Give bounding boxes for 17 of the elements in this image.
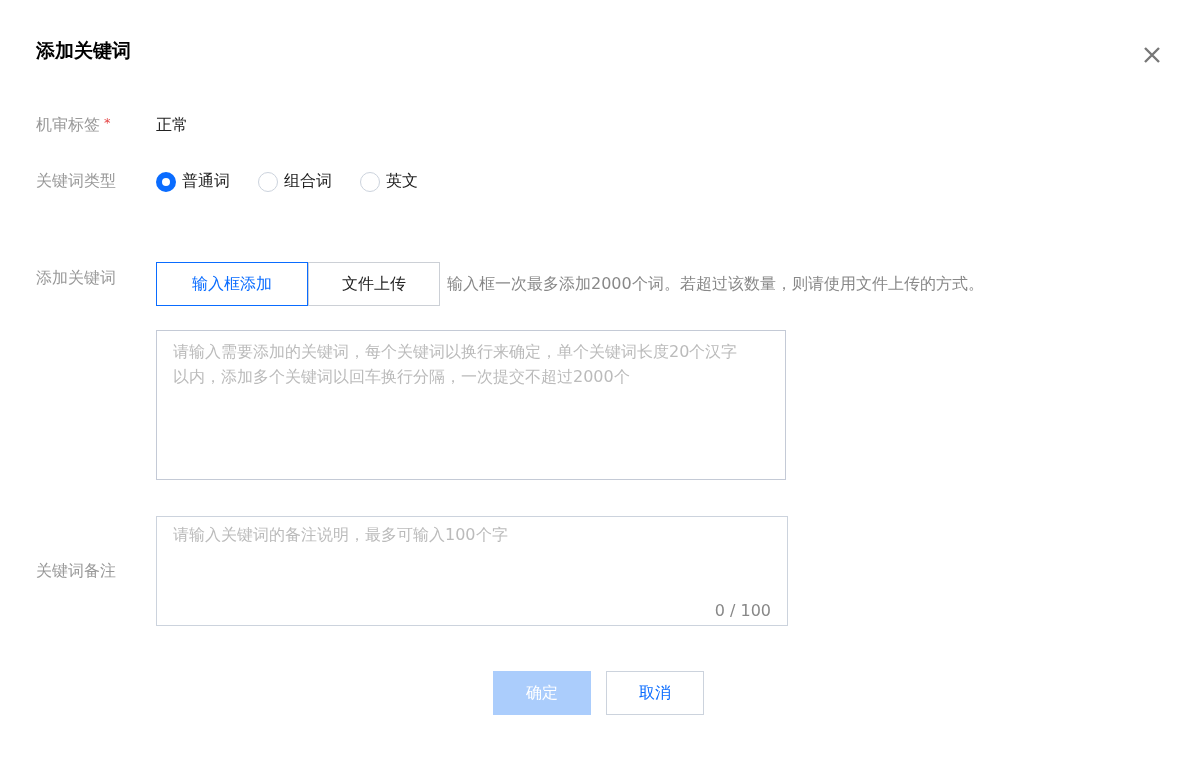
field-label: 机审标签 xyxy=(36,115,100,136)
field-value: 正常 xyxy=(156,115,188,136)
dialog-title: 添加关键词 xyxy=(36,38,131,63)
field-label: 添加关键词 xyxy=(36,268,116,289)
radio-option[interactable]: 英文 xyxy=(360,171,418,192)
hint-text: 输入框一次最多添加2000个词。若超过该数量，则请使用文件上传的方式。 xyxy=(447,273,984,295)
field-label: 关键词类型 xyxy=(36,171,116,192)
segment-tab[interactable]: 文件上传 xyxy=(308,262,440,306)
segment-tab[interactable]: 输入框添加 xyxy=(156,262,308,306)
close-icon[interactable] xyxy=(1143,46,1161,64)
radio-option[interactable]: 普通词 xyxy=(156,171,230,192)
required-mark: * xyxy=(104,115,111,130)
character-counter: 0 / 100 xyxy=(714,601,771,620)
radio-icon[interactable] xyxy=(156,171,176,192)
cancel-button[interactable]: 取消 xyxy=(606,671,704,715)
field-label: 关键词备注 xyxy=(36,560,116,582)
radio-option[interactable]: 组合词 xyxy=(258,171,332,192)
